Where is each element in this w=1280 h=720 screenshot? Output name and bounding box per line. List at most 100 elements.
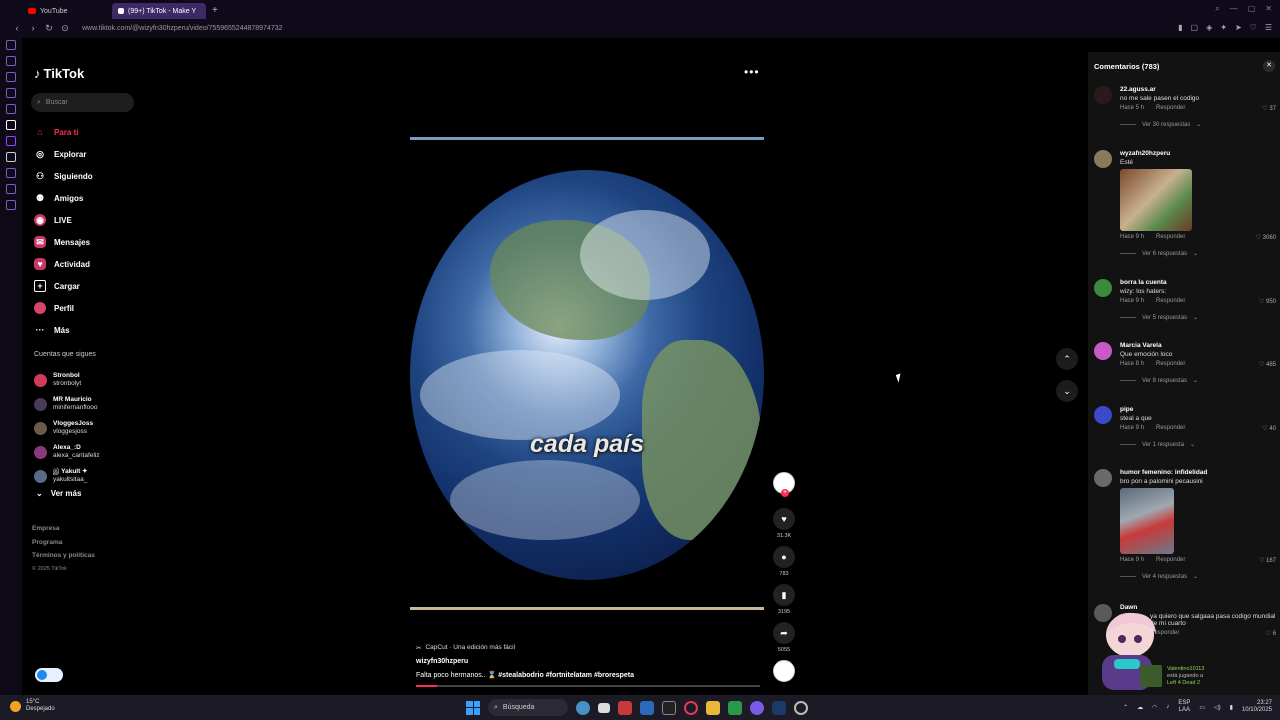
following-item[interactable]: Stronbol stronbolyt	[34, 368, 154, 392]
nav-explorar[interactable]: ◎ Explorar	[34, 143, 154, 165]
view-replies-button[interactable]: Ver 30 respuestas ⌄	[1120, 121, 1276, 128]
reply-button[interactable]: Responder	[1156, 298, 1185, 304]
comment-user[interactable]: pipe	[1120, 406, 1276, 413]
comment-user[interactable]: humor femenino: infidelidad	[1120, 469, 1276, 476]
battery-icon[interactable]: ▮	[1230, 704, 1233, 711]
save-button[interactable]: ▮	[773, 584, 795, 606]
url-field[interactable]: www.tiktok.com/@wizyfn30hzperu/video/755…	[82, 25, 283, 32]
view-replies-button[interactable]: Ver 6 respuestas ⌄	[1120, 250, 1276, 257]
hashtags[interactable]: #stealabodrio #fortnitelatam #brorespeta	[498, 672, 634, 679]
send-icon[interactable]: ➤	[1235, 23, 1242, 32]
next-video-button[interactable]: ⌄	[1056, 380, 1078, 402]
comment-user[interactable]: wyzafn20hzperu	[1120, 150, 1276, 157]
reply-button[interactable]: Responder	[1156, 425, 1185, 431]
comment-image[interactable]	[1120, 488, 1174, 554]
weather-widget[interactable]: 15°C Despejado	[10, 699, 55, 713]
video-progress-bar[interactable]	[416, 685, 760, 687]
mic-icon[interactable]: ♪	[1166, 704, 1169, 710]
excel-icon[interactable]	[728, 700, 742, 715]
reply-button[interactable]: Responder	[1156, 557, 1185, 563]
comment-like-button[interactable]: ♡ 950	[1259, 298, 1276, 305]
view-replies-button[interactable]: Ver 5 respuestas ⌄	[1120, 314, 1276, 321]
follow-plus-icon[interactable]: +	[781, 489, 789, 497]
sidebar-app-icon[interactable]	[6, 40, 16, 50]
nav-para-ti[interactable]: ⌂ Para ti	[34, 121, 154, 143]
reply-button[interactable]: Responder	[1156, 234, 1185, 240]
sidebar-app-icon[interactable]	[6, 56, 16, 66]
comment-like-button[interactable]: ♡ 40	[1262, 425, 1276, 432]
comment-user[interactable]: Marcia Varela	[1120, 342, 1276, 349]
tab-tiktok[interactable]: (99+) TikTok - Make Y	[112, 3, 206, 19]
file-explorer-icon[interactable]	[706, 700, 720, 715]
ver-mas-button[interactable]: ⌄ Ver más	[36, 489, 81, 498]
footer-link-empresa[interactable]: Empresa	[32, 522, 95, 536]
avatar[interactable]	[1094, 279, 1112, 297]
tab-youtube[interactable]: YouTube	[22, 3, 112, 19]
sidebar-app-icon[interactable]	[6, 120, 16, 130]
share-button[interactable]: ➦	[773, 622, 795, 644]
calendar-app-icon[interactable]	[618, 700, 632, 715]
forward-icon[interactable]: ›	[26, 23, 40, 33]
game-notification[interactable]: Valentino10113 está jugando a Left 4 Dead …	[1140, 662, 1232, 690]
search-input[interactable]: ⌕ Buscar	[31, 93, 134, 112]
cloud-icon[interactable]: ☁	[1137, 704, 1143, 711]
windows-start-icon[interactable]	[466, 700, 480, 715]
following-item[interactable]: Alexa_:D alexa_caritafeliz	[34, 440, 154, 464]
tiktok-logo[interactable]: ♪ TikTok	[34, 66, 84, 81]
like-button[interactable]: ♥	[773, 508, 795, 530]
nav-live[interactable]: ◉ LIVE	[34, 209, 154, 231]
discord-icon[interactable]	[750, 700, 764, 715]
chevron-up-icon[interactable]: ⌃	[1123, 704, 1128, 711]
clock[interactable]: 23:27 10/10/2025	[1242, 700, 1272, 714]
maximize-icon[interactable]: ▢	[1248, 4, 1256, 14]
comment-button[interactable]: ●	[773, 546, 795, 568]
close-icon[interactable]: ✕	[1265, 4, 1272, 14]
previous-video-button[interactable]: ⌃	[1056, 348, 1078, 370]
video-frame[interactable]: cada país	[410, 137, 764, 610]
nav-mensajes[interactable]: ✉ Mensajes	[34, 231, 154, 253]
nav-amigos[interactable]: ⚉ Amigos	[34, 187, 154, 209]
footer-link-terminos[interactable]: Términos y políticas	[32, 549, 95, 563]
more-options-icon[interactable]: •••	[744, 65, 760, 79]
following-item[interactable]: VloggesJoss vloggesjoss	[34, 416, 154, 440]
extension-icon[interactable]: ✦	[1220, 23, 1227, 32]
close-comments-button[interactable]: ✕	[1263, 60, 1275, 72]
reload-icon[interactable]: ↻	[42, 23, 56, 34]
back-icon[interactable]: ‹	[10, 23, 24, 33]
screenshot-icon[interactable]: ▢	[1191, 23, 1199, 32]
comment-like-button[interactable]: ♡ 485	[1259, 361, 1276, 368]
vscode-icon[interactable]	[640, 700, 654, 715]
bookmark-icon[interactable]: ▮	[1178, 23, 1182, 32]
sound-avatar[interactable]	[773, 660, 795, 682]
view-replies-button[interactable]: Ver 8 respuestas ⌄	[1120, 377, 1276, 384]
comment-user[interactable]: 22.aguss.ar	[1120, 86, 1276, 93]
new-tab-button[interactable]: +	[212, 5, 218, 16]
avatar[interactable]	[1094, 150, 1112, 168]
steam-icon[interactable]	[772, 700, 786, 715]
volume-icon[interactable]: ◁)	[1214, 704, 1221, 711]
avatar[interactable]	[1094, 342, 1112, 360]
obs-icon[interactable]	[794, 700, 808, 715]
sidebar-app-icon[interactable]	[6, 88, 16, 98]
reply-button[interactable]: Responder	[1156, 105, 1185, 111]
comment-like-button[interactable]: ♡ 3060	[1256, 234, 1276, 241]
comment-image[interactable]	[1120, 169, 1192, 231]
capcut-app-icon[interactable]	[662, 700, 676, 715]
nav-siguiendo[interactable]: ⚇ Siguiendo	[34, 165, 154, 187]
sidebar-app-icon[interactable]	[6, 184, 16, 194]
reply-button[interactable]: Responder	[1156, 361, 1185, 367]
wifi-icon[interactable]: ◠	[1152, 704, 1157, 711]
site-info-icon[interactable]: ⊙	[58, 23, 72, 34]
sidebar-app-icon[interactable]	[6, 168, 16, 178]
x-icon[interactable]	[6, 152, 16, 162]
view-replies-button[interactable]: Ver 4 respuestas ⌄	[1120, 573, 1276, 580]
heart-icon[interactable]: ♡	[1250, 23, 1257, 32]
twitch-icon[interactable]	[6, 136, 16, 146]
sidebar-app-icon[interactable]	[6, 200, 16, 210]
opera-gx-icon[interactable]	[684, 700, 698, 715]
theme-toggle[interactable]	[35, 668, 63, 682]
footer-link-programa[interactable]: Programa	[32, 536, 95, 550]
nav-cargar[interactable]: + Cargar	[34, 275, 154, 297]
landscape-icon[interactable]	[576, 700, 590, 715]
comment-like-button[interactable]: ♡ 37	[1262, 105, 1276, 112]
